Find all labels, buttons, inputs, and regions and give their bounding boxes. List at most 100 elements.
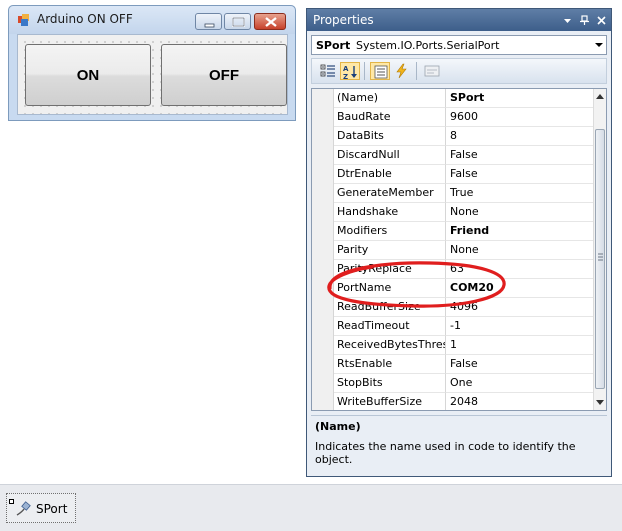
alphabetical-icon: A Z: [343, 65, 357, 81]
scroll-grip-icon: [598, 253, 603, 261]
row-margin: [312, 393, 334, 410]
property-pages-icon: [424, 65, 440, 77]
property-row[interactable]: BaudRate 9600: [312, 108, 595, 127]
categorized-button[interactable]: [318, 62, 338, 80]
description-title: (Name): [315, 420, 361, 433]
chevron-down-icon: [595, 43, 603, 47]
property-row[interactable]: ReceivedBytesThreshold1: [312, 336, 595, 355]
property-name: StopBits: [334, 374, 446, 393]
row-margin: [312, 127, 334, 146]
row-margin: [312, 108, 334, 127]
categorized-icon: [320, 64, 335, 77]
serial-port-icon: [16, 501, 31, 516]
svg-text:Z: Z: [343, 73, 348, 81]
toolbar-separator: [364, 62, 365, 80]
row-margin: [312, 203, 334, 222]
selection-handle: [9, 499, 14, 504]
off-button[interactable]: OFF: [161, 44, 287, 106]
property-name: DtrEnable: [334, 165, 446, 184]
form-client-area[interactable]: ON OFF: [17, 34, 288, 115]
property-grid[interactable]: (Name) SPort BaudRate 9600 DataBits 8 DiscardN…: [311, 88, 607, 411]
form-titlebar: Arduino ON OFF: [9, 6, 295, 34]
property-row[interactable]: Modifiers Friend: [312, 222, 595, 241]
on-button[interactable]: ON: [25, 44, 151, 106]
property-row[interactable]: StopBits One: [312, 374, 595, 393]
row-margin: [312, 184, 334, 203]
property-value[interactable]: 9600: [446, 108, 595, 127]
auto-hide-pin-icon[interactable]: [579, 15, 590, 26]
property-value[interactable]: False: [446, 146, 595, 165]
property-row[interactable]: ReadTimeout -1: [312, 317, 595, 336]
scroll-down-icon[interactable]: [596, 400, 604, 406]
events-button[interactable]: [392, 62, 412, 80]
row-margin: [312, 222, 334, 241]
close-panel-icon[interactable]: [596, 15, 607, 26]
property-value[interactable]: None: [446, 203, 595, 222]
property-row[interactable]: DataBits 8: [312, 127, 595, 146]
property-pages-button[interactable]: [422, 62, 442, 80]
events-icon: [396, 63, 407, 79]
row-margin: [312, 146, 334, 165]
property-value[interactable]: SPort: [446, 89, 595, 108]
tray-item-label: SPort: [36, 502, 68, 516]
properties-title: Properties: [313, 13, 374, 27]
property-value[interactable]: 1: [446, 336, 595, 355]
maximize-button[interactable]: [224, 13, 251, 30]
component-tray: SPort: [0, 484, 622, 531]
tray-item-sport[interactable]: SPort: [6, 493, 76, 523]
property-value[interactable]: 2048: [446, 393, 595, 410]
row-margin: [312, 355, 334, 374]
alphabetical-button[interactable]: A Z: [340, 62, 360, 81]
scrollbar-thumb[interactable]: [595, 129, 605, 389]
property-row[interactable]: Handshake None: [312, 203, 595, 222]
row-margin: [312, 317, 334, 336]
object-type: System.IO.Ports.SerialPort: [356, 39, 500, 52]
property-row[interactable]: DtrEnable False: [312, 165, 595, 184]
property-value[interactable]: False: [446, 165, 595, 184]
property-row[interactable]: (Name) SPort: [312, 89, 595, 108]
object-name: SPort: [316, 39, 351, 52]
properties-panel: Properties SPort System.IO.Ports.SerialP…: [306, 8, 612, 477]
property-name: DataBits: [334, 127, 446, 146]
property-row[interactable]: WriteBufferSize 2048: [312, 393, 595, 410]
property-value[interactable]: True: [446, 184, 595, 203]
svg-text:A: A: [343, 65, 349, 73]
property-row[interactable]: RtsEnable False: [312, 355, 595, 374]
object-selector[interactable]: SPort System.IO.Ports.SerialPort: [311, 35, 607, 55]
row-margin: [312, 336, 334, 355]
property-name: ReadTimeout: [334, 317, 446, 336]
property-row[interactable]: GenerateMember True: [312, 184, 595, 203]
form-app-icon: [18, 14, 29, 26]
property-name: RtsEnable: [334, 355, 446, 374]
minimize-icon: [204, 23, 215, 28]
description-pane: (Name) Indicates the name used in code t…: [311, 415, 607, 470]
property-name: GenerateMember: [334, 184, 446, 203]
scroll-up-icon[interactable]: [596, 93, 604, 99]
minimize-button[interactable]: [195, 13, 222, 30]
property-value[interactable]: False: [446, 355, 595, 374]
property-row[interactable]: DiscardNull False: [312, 146, 595, 165]
row-margin: [312, 165, 334, 184]
row-margin: [312, 89, 334, 108]
window-position-icon[interactable]: [562, 15, 573, 26]
property-name: Handshake: [334, 203, 446, 222]
properties-icon: [374, 65, 388, 79]
close-icon: [265, 17, 277, 27]
designer-form-window[interactable]: Arduino ON OFF ON OFF: [8, 5, 296, 121]
row-margin: [312, 374, 334, 393]
property-name: WriteBufferSize: [334, 393, 446, 410]
vertical-scrollbar[interactable]: [593, 89, 606, 410]
close-button[interactable]: [254, 13, 286, 30]
properties-toolbar: A Z: [311, 58, 607, 84]
portname-highlight-ellipse: [327, 261, 506, 308]
property-name: (Name): [334, 89, 446, 108]
property-value[interactable]: One: [446, 374, 595, 393]
property-value[interactable]: Friend: [446, 222, 595, 241]
form-title: Arduino ON OFF: [37, 12, 133, 26]
property-value[interactable]: 8: [446, 127, 595, 146]
property-value[interactable]: -1: [446, 317, 595, 336]
property-rows: (Name) SPort BaudRate 9600 DataBits 8 DiscardN…: [312, 89, 595, 410]
maximize-icon: [232, 17, 245, 27]
properties-view-button[interactable]: [370, 62, 390, 80]
property-name: Modifiers: [334, 222, 446, 241]
